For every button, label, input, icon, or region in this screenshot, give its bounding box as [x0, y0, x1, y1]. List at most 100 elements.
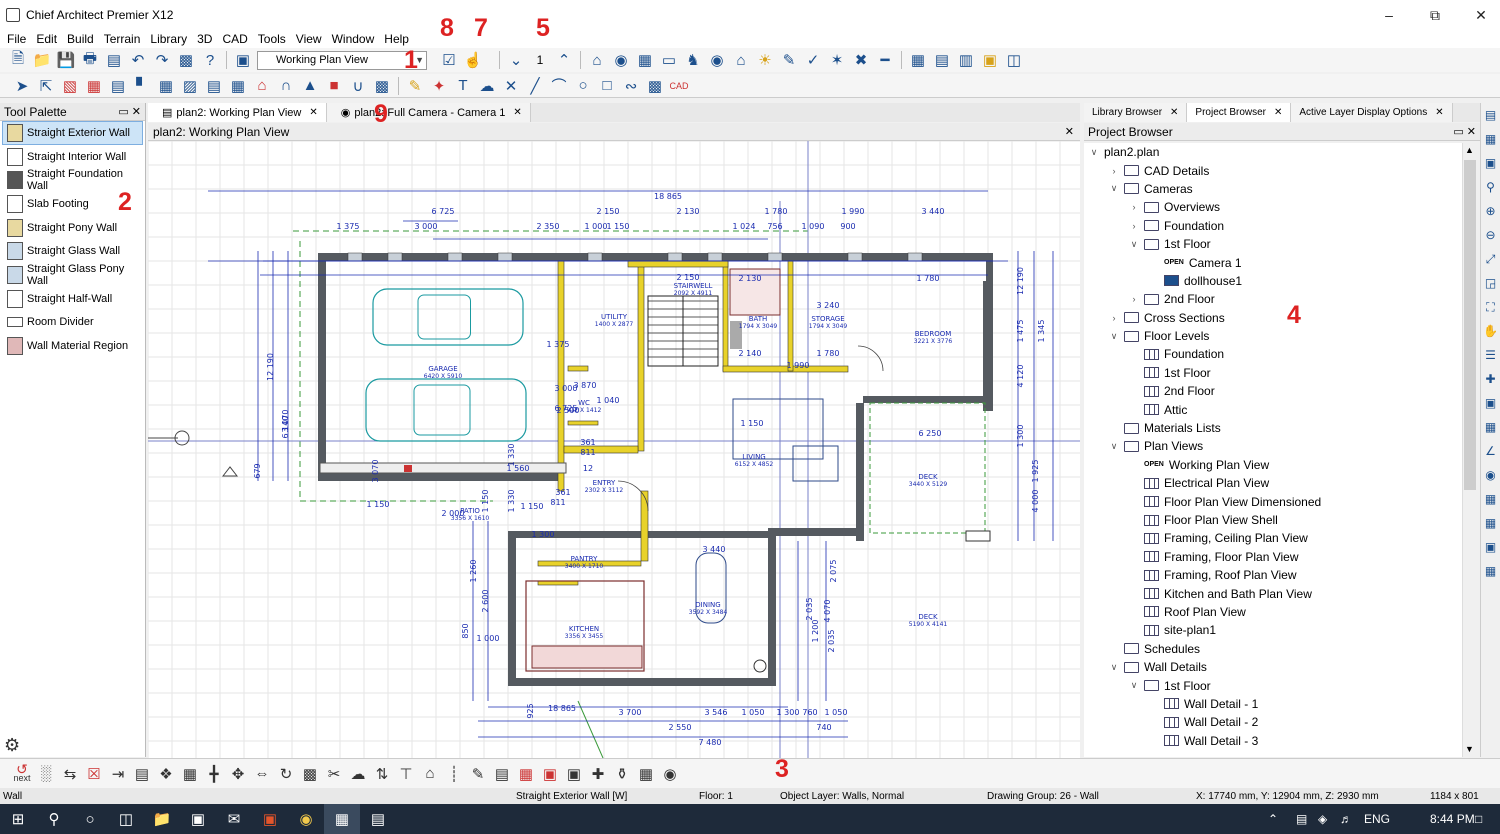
tree-item[interactable]: Wall Detail - 2: [1084, 713, 1462, 731]
box-icon[interactable]: ▩: [372, 76, 392, 96]
floor-down-icon[interactable]: ⌄: [506, 50, 526, 70]
scroll-up-icon[interactable]: ▲: [1465, 145, 1474, 155]
tree-item[interactable]: Floor Plan View Shell: [1084, 511, 1462, 529]
elevation-icon[interactable]: ▦: [635, 50, 655, 70]
angle-snap-icon[interactable]: ∠: [1483, 443, 1499, 459]
file-explorer-icon[interactable]: 📁: [144, 804, 180, 834]
pin-close-icon[interactable]: ▭ ✕: [118, 105, 141, 118]
offset-icon[interactable]: ⇅: [372, 764, 392, 784]
notes-icon[interactable]: ▣: [980, 50, 1000, 70]
divider-line-icon[interactable]: ┊: [444, 764, 464, 784]
magic-wand-icon[interactable]: ✶: [827, 50, 847, 70]
measure-icon[interactable]: ━: [875, 50, 895, 70]
camera-icon[interactable]: ◉: [611, 50, 631, 70]
tab-project-browser[interactable]: Project Browser ✕: [1187, 103, 1292, 122]
scroll-down-icon[interactable]: ▼: [1465, 744, 1474, 754]
hand-tool-icon[interactable]: ☝: [463, 50, 483, 70]
x-tool-icon[interactable]: ✕: [501, 76, 521, 96]
chevron-up-icon[interactable]: ⌃: [1268, 812, 1278, 826]
cloud-icon[interactable]: ☁: [348, 764, 368, 784]
menu-view[interactable]: View: [291, 32, 327, 46]
wall-tool-icon[interactable]: ▧: [60, 76, 80, 96]
menu-library[interactable]: Library: [145, 32, 192, 46]
print-icon[interactable]: 🖶: [80, 50, 100, 70]
reverse-icon[interactable]: ░: [36, 764, 56, 784]
network-icon[interactable]: ▤: [1296, 812, 1307, 826]
window-layout-icon[interactable]: ▤: [932, 50, 952, 70]
dimension-icon[interactable]: ✎: [405, 76, 425, 96]
print-preview-icon[interactable]: ▤: [104, 50, 124, 70]
close-icon[interactable]: ✕: [1065, 125, 1074, 138]
search-icon[interactable]: ⚲: [36, 804, 72, 834]
break-icon[interactable]: ⇆: [60, 764, 80, 784]
callout-tool-icon[interactable]: ☁: [477, 76, 497, 96]
camera-plan-icon[interactable]: ▣: [1483, 155, 1499, 171]
cabinet-icon[interactable]: ▦: [84, 76, 104, 96]
circle-icon[interactable]: ○: [573, 76, 593, 96]
menu-terrain[interactable]: Terrain: [99, 32, 146, 46]
cabinet-upper-icon[interactable]: ▨: [180, 76, 200, 96]
lock-icon[interactable]: ▣: [1483, 395, 1499, 411]
tool-straight-pony-wall[interactable]: Straight Pony Wall: [2, 216, 143, 240]
tree-item[interactable]: Floor Plan View Dimensioned: [1084, 492, 1462, 510]
pan-hand-icon[interactable]: ✋: [1483, 323, 1499, 339]
tree-item[interactable]: ∨ 1st Floor: [1084, 676, 1462, 694]
join-icon[interactable]: ❖: [156, 764, 176, 784]
tree-item[interactable]: ∨ plan2.plan: [1084, 143, 1462, 161]
copy-icon[interactable]: ▩: [300, 764, 320, 784]
material-painter-icon[interactable]: ✎: [779, 50, 799, 70]
arch-icon[interactable]: ∩: [276, 76, 296, 96]
help-icon[interactable]: ?: [200, 50, 220, 70]
tool-straight-glass-wall[interactable]: Straight Glass Wall: [2, 239, 143, 263]
task-view-icon[interactable]: ◫: [108, 804, 144, 834]
gear-icon[interactable]: ⚙: [4, 735, 20, 756]
tree-item[interactable]: ∨ Floor Levels: [1084, 327, 1462, 345]
volume-icon[interactable]: ♬: [1340, 812, 1352, 826]
bath-icon[interactable]: ∪: [348, 76, 368, 96]
menu-cad[interactable]: CAD: [217, 32, 252, 46]
tool-straight-glass-pony-wall[interactable]: Straight Glass Pony Wall: [2, 263, 143, 287]
stairs-tool-icon[interactable]: ▤: [204, 76, 224, 96]
chevron-right-icon[interactable]: ›: [1128, 294, 1140, 304]
layout-icon[interactable]: ▦: [908, 50, 928, 70]
house-icon[interactable]: ⌂: [587, 50, 607, 70]
roof-icon[interactable]: ⌂: [731, 50, 751, 70]
tree-item[interactable]: Schedules: [1084, 640, 1462, 658]
menu-file[interactable]: File: [2, 32, 31, 46]
material-icon[interactable]: ▣: [540, 764, 560, 784]
terrain-icon[interactable]: ■: [324, 76, 344, 96]
mirror-icon[interactable]: ⇔: [252, 764, 272, 784]
plan-icon[interactable]: ▦: [1483, 131, 1499, 147]
tree-item[interactable]: Kitchen and Bath Plan View: [1084, 584, 1462, 602]
camera-edit-icon[interactable]: ◉: [660, 764, 680, 784]
close-icon[interactable]: ✕: [1458, 0, 1500, 30]
close-icon[interactable]: ✕: [1435, 107, 1443, 118]
plan-canvas[interactable]: 18 865 6 725 2 150 2 130 1 780 1 990 3 440 1 37…: [148, 141, 1080, 758]
select-arrow-icon[interactable]: ➤: [12, 76, 32, 96]
text-icon[interactable]: T: [453, 76, 473, 96]
delete-icon[interactable]: ☒: [84, 764, 104, 784]
stair-icon[interactable]: ▤: [108, 76, 128, 96]
object-snap-icon[interactable]: ◉: [1483, 467, 1499, 483]
close-icon[interactable]: ✕: [1274, 107, 1282, 118]
light-icon[interactable]: ☀: [755, 50, 775, 70]
new-file-icon[interactable]: 🗎: [8, 50, 28, 70]
tree-item[interactable]: Framing, Roof Plan View: [1084, 566, 1462, 584]
plan-view-select[interactable]: Working Plan View ▼: [257, 50, 427, 70]
pillars-icon[interactable]: ╋: [204, 764, 224, 784]
office-icon[interactable]: ▣: [252, 804, 288, 834]
zoom-in-icon[interactable]: ⊕: [1483, 203, 1499, 219]
arc-icon[interactable]: ⌒: [549, 76, 569, 96]
close-icon[interactable]: ✕: [309, 107, 317, 118]
cross-move-icon[interactable]: ✚: [588, 764, 608, 784]
grid-snap-icon[interactable]: ▦: [1483, 419, 1499, 435]
tools-icon[interactable]: ✖: [851, 50, 871, 70]
tree-item[interactable]: › Foundation: [1084, 217, 1462, 235]
mail-icon[interactable]: ✉: [216, 804, 252, 834]
menu-edit[interactable]: Edit: [31, 32, 62, 46]
tree-item[interactable]: OPEN Working Plan View: [1084, 456, 1462, 474]
layer-check-icon[interactable]: ☑: [439, 50, 459, 70]
tree-item[interactable]: Framing, Ceiling Plan View: [1084, 529, 1462, 547]
chevron-down-icon[interactable]: ∨: [1088, 147, 1100, 158]
menu-3d[interactable]: 3D: [192, 32, 217, 46]
